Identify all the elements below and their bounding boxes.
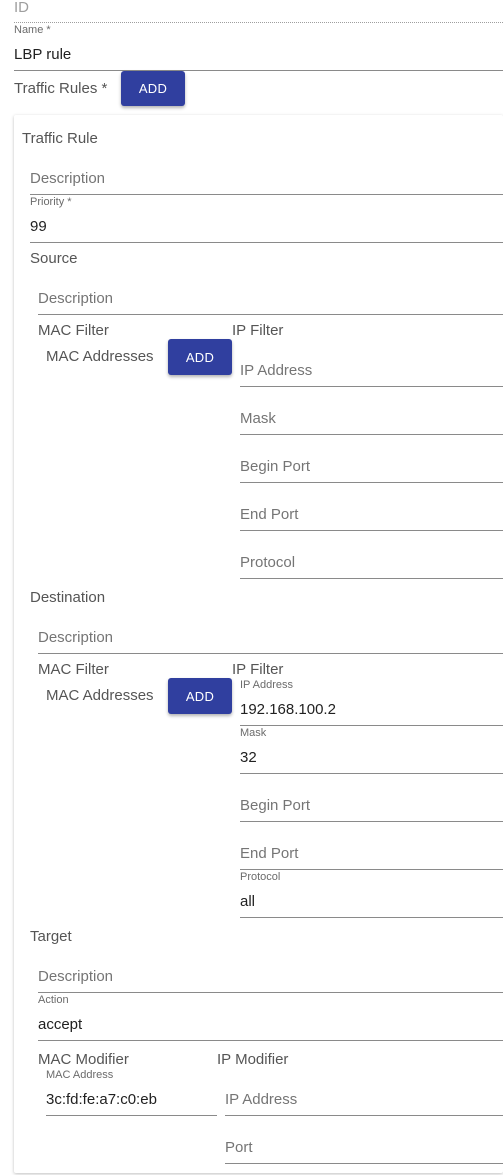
source-description-field[interactable]: Description [38, 285, 503, 315]
ip-modifier-address-field[interactable]: IP Address [225, 1086, 503, 1116]
source-protocol-field[interactable]: Protocol [240, 549, 503, 579]
destination-mask-value: 32 [240, 749, 257, 766]
source-mask-field[interactable]: Mask [240, 405, 503, 435]
destination-end-port-placeholder: End Port [240, 845, 299, 862]
target-description-field[interactable]: Description [38, 963, 503, 993]
source-mask-placeholder: Mask [240, 410, 276, 427]
priority-label: Priority * [30, 196, 72, 208]
destination-ip-filter-title: IP Filter [232, 661, 284, 678]
ip-modifier-title: IP Modifier [217, 1051, 289, 1068]
priority-field[interactable]: Priority * 99 [30, 196, 503, 243]
traffic-rules-label: Traffic Rules * [14, 80, 108, 97]
destination-description-placeholder: Description [38, 629, 114, 646]
destination-begin-port-field[interactable]: Begin Port [240, 792, 503, 822]
source-protocol-placeholder: Protocol [240, 554, 296, 571]
action-field[interactable]: Action accept [38, 994, 503, 1041]
source-mac-addresses-label: MAC Addresses [46, 348, 154, 365]
name-value: LBP rule [14, 46, 72, 63]
destination-protocol-label: Protocol [240, 871, 281, 883]
mac-modifier-address-label: MAC Address [46, 1069, 114, 1081]
traffic-rule-title: Traffic Rule [22, 130, 98, 147]
source-ip-address-placeholder: IP Address [240, 362, 313, 379]
add-traffic-rule-button[interactable]: ADD [121, 71, 185, 106]
source-ip-filter-title: IP Filter [232, 322, 284, 339]
source-begin-port-field[interactable]: Begin Port [240, 453, 503, 483]
source-mac-filter-title: MAC Filter [38, 322, 109, 339]
source-begin-port-placeholder: Begin Port [240, 458, 311, 475]
rule-description-field[interactable]: Description [30, 165, 503, 195]
id-field[interactable]: ID [14, 0, 503, 23]
mac-modifier-address-value: 3c:fd:fe:a7:c0:eb [46, 1091, 157, 1108]
id-placeholder: ID [14, 0, 29, 16]
destination-ip-address-value: 192.168.100.2 [240, 701, 336, 718]
destination-protocol-field[interactable]: Protocol all [240, 871, 503, 918]
action-label: Action [38, 994, 69, 1006]
source-title: Source [30, 250, 78, 267]
destination-mac-filter-title: MAC Filter [38, 661, 109, 678]
destination-ip-address-field[interactable]: IP Address 192.168.100.2 [240, 679, 503, 726]
destination-begin-port-placeholder: Begin Port [240, 797, 311, 814]
mac-modifier-title: MAC Modifier [38, 1051, 129, 1068]
destination-mask-field[interactable]: Mask 32 [240, 727, 503, 774]
source-end-port-field[interactable]: End Port [240, 501, 503, 531]
ip-modifier-port-field[interactable]: Port [225, 1134, 503, 1164]
source-end-port-placeholder: End Port [240, 506, 299, 523]
destination-mask-label: Mask [240, 727, 267, 739]
name-label: Name * [14, 24, 51, 36]
destination-description-field[interactable]: Description [38, 624, 503, 654]
source-ip-address-field[interactable]: IP Address [240, 357, 503, 387]
name-field[interactable]: Name * LBP rule [14, 24, 503, 71]
destination-ip-address-label: IP Address [240, 679, 293, 691]
target-description-placeholder: Description [38, 968, 114, 985]
mac-modifier-address-field[interactable]: MAC Address 3c:fd:fe:a7:c0:eb [46, 1069, 217, 1116]
ip-modifier-address-placeholder: IP Address [225, 1091, 298, 1108]
destination-end-port-field[interactable]: End Port [240, 840, 503, 870]
rule-description-placeholder: Description [30, 170, 106, 187]
target-title: Target [30, 928, 72, 945]
destination-add-mac-button[interactable]: ADD [168, 678, 232, 714]
destination-mac-addresses-label: MAC Addresses [46, 687, 154, 704]
destination-protocol-value: all [240, 893, 256, 910]
ip-modifier-port-placeholder: Port [225, 1139, 253, 1156]
source-add-mac-button[interactable]: ADD [168, 339, 232, 375]
destination-title: Destination [30, 589, 106, 606]
priority-value: 99 [30, 218, 47, 235]
action-value: accept [38, 1016, 83, 1033]
source-description-placeholder: Description [38, 290, 114, 307]
